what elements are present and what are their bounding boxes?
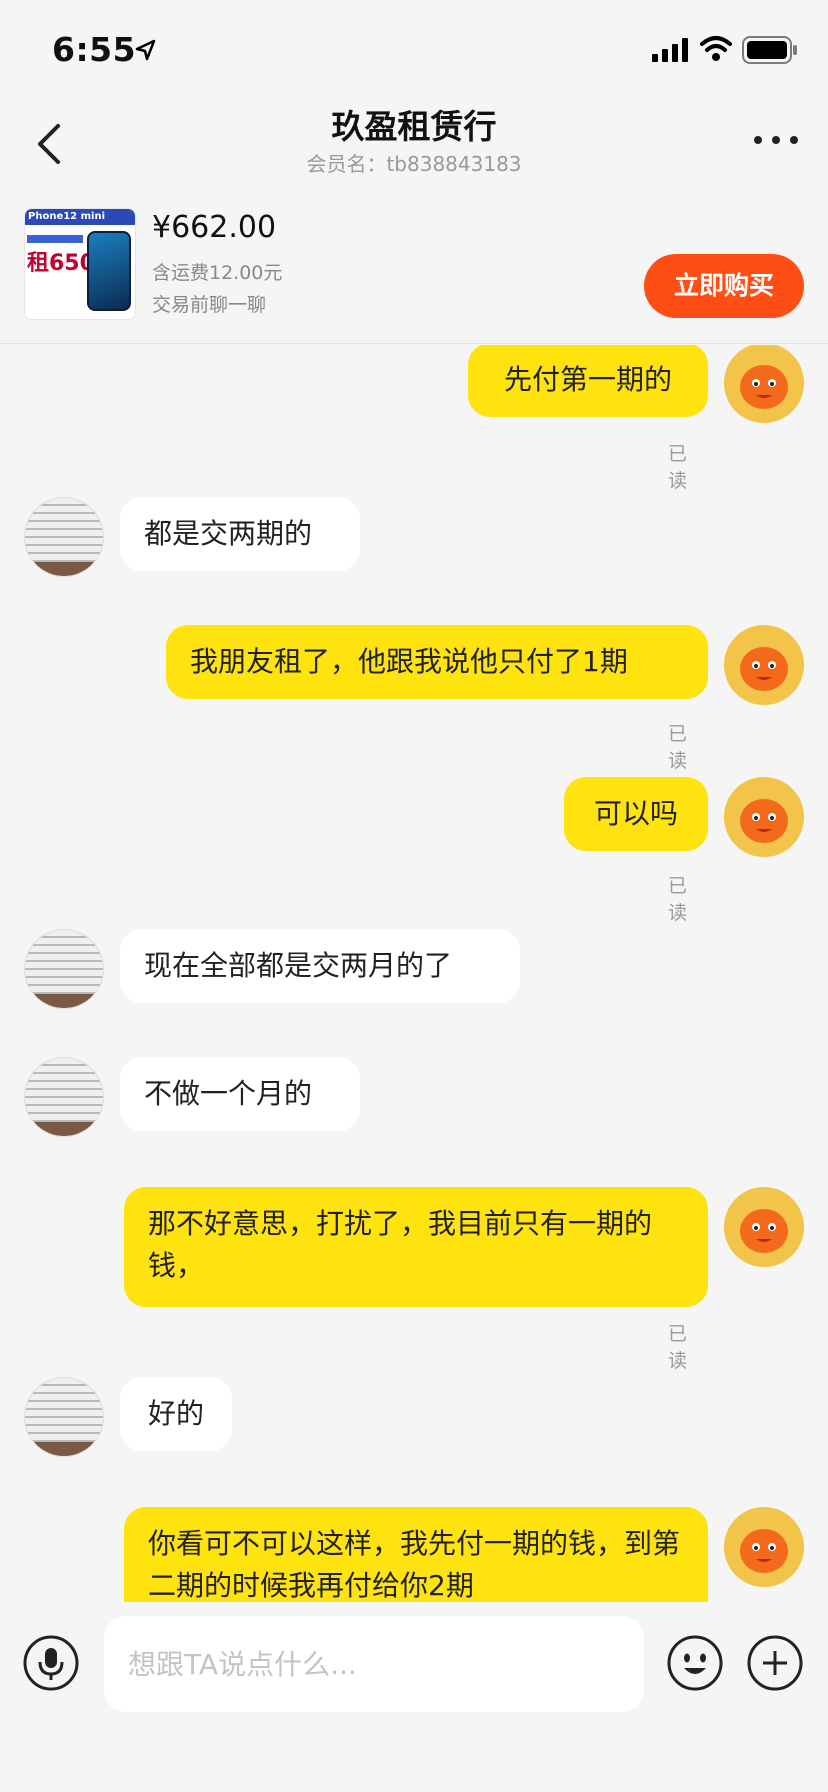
phone-image: [87, 231, 131, 311]
product-card[interactable]: Phone12 mini 租650 ¥662.00 含运费12.00元 交易前聊…: [0, 192, 828, 344]
mascot-avatar-icon: [724, 1187, 804, 1267]
message-input[interactable]: [104, 1616, 644, 1712]
mascot-avatar-icon: [724, 625, 804, 705]
plus-circle-icon[interactable]: [746, 1634, 804, 1692]
chat-hint: 交易前聊一聊: [152, 294, 267, 316]
product-price: ¥662.00: [152, 210, 277, 245]
mascot-avatar-icon: [724, 1507, 804, 1587]
avatar[interactable]: [24, 497, 104, 577]
battery-icon: [742, 36, 797, 64]
message-bubble[interactable]: 好的: [120, 1377, 232, 1451]
microphone-icon[interactable]: [22, 1634, 80, 1692]
message-bubble[interactable]: 你看可不可以这样，我先付一期的钱，到第二期的时候我再付给你2期: [124, 1507, 708, 1602]
avatar[interactable]: [724, 345, 804, 423]
mascot-avatar-icon: [724, 777, 804, 857]
chat-header: 玖盈租赁行 会员名：tb838843183: [0, 96, 828, 192]
input-bar: [0, 1602, 828, 1792]
product-thumbnail[interactable]: Phone12 mini 租650: [24, 208, 136, 320]
message-list[interactable]: 先付第一期的 已读 都是交两期的 我朋友租了，他跟我说他只付了1期 已读 可以吗…: [0, 345, 828, 1602]
message-bubble[interactable]: 先付第一期的: [468, 345, 708, 417]
message-bubble[interactable]: 都是交两期的: [120, 497, 360, 571]
thumbnail-rent: 租650: [27, 251, 95, 276]
buy-now-button[interactable]: 立即购买: [644, 254, 804, 318]
read-receipt: 已读: [668, 875, 688, 924]
more-dots-icon[interactable]: [752, 132, 800, 148]
status-time: 6:55: [52, 30, 137, 69]
thumbnail-banner: [27, 235, 83, 243]
avatar[interactable]: [24, 1057, 104, 1137]
signal-icon: [652, 38, 688, 62]
emoji-icon[interactable]: [666, 1634, 724, 1692]
member-name: 会员名：tb838843183: [306, 152, 522, 176]
avatar[interactable]: [724, 1507, 804, 1587]
wifi-icon: [700, 36, 732, 61]
page-title: 玖盈租赁行: [331, 107, 497, 146]
read-receipt: 已读: [668, 443, 688, 492]
avatar[interactable]: [724, 625, 804, 705]
status-bar: 6:55: [0, 0, 828, 96]
read-receipt: 已读: [668, 723, 688, 772]
message-bubble[interactable]: 我朋友租了，他跟我说他只付了1期: [166, 625, 708, 699]
avatar[interactable]: [724, 777, 804, 857]
message-bubble[interactable]: 那不好意思，打扰了，我目前只有一期的钱，: [124, 1187, 708, 1307]
thumbnail-title: Phone12 mini: [25, 209, 135, 225]
message-bubble[interactable]: 可以吗: [564, 777, 708, 851]
location-arrow-icon: [135, 39, 156, 61]
read-receipt: 已读: [668, 1323, 688, 1372]
mascot-avatar-icon: [724, 345, 804, 423]
message-bubble[interactable]: 不做一个月的: [120, 1057, 360, 1131]
avatar[interactable]: [724, 1187, 804, 1267]
avatar[interactable]: [24, 929, 104, 1009]
avatar[interactable]: [24, 1377, 104, 1457]
message-bubble[interactable]: 现在全部都是交两月的了: [120, 929, 520, 1003]
shipping-fee: 含运费12.00元: [152, 262, 283, 284]
